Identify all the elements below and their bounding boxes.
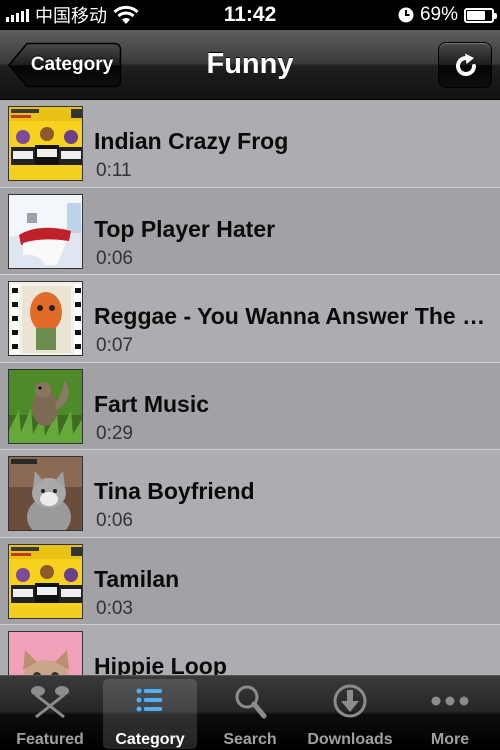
thumbnail-squirrel <box>8 368 83 444</box>
track-title: Tina Boyfriend <box>94 478 255 504</box>
tab-label: Downloads <box>307 731 393 748</box>
tab-label: Featured <box>16 731 84 748</box>
track-duration: 0:29 <box>96 422 133 444</box>
refresh-button[interactable] <box>438 42 492 88</box>
navigation-bar: Category Funny <box>0 30 500 100</box>
tab-label: More <box>430 731 470 748</box>
track-list[interactable]: Indian Crazy Frog 0:11 Top Player Hater … <box>0 100 500 675</box>
track-title: Indian Crazy Frog <box>94 128 289 154</box>
list-item[interactable]: Hippie Loop <box>0 625 500 675</box>
list-item[interactable]: Reggae - You Wanna Answer The Phone 0:07 <box>0 275 500 363</box>
track-title: Fart Music <box>94 390 210 417</box>
track-title: Top Player Hater <box>94 215 276 242</box>
tab-downloads[interactable]: Downloads <box>303 679 397 749</box>
featured-icon <box>31 686 69 719</box>
status-right: 69% <box>398 4 497 26</box>
battery-icon <box>464 7 497 23</box>
track-duration: 0:07 <box>96 335 133 356</box>
clock-icon <box>398 7 414 23</box>
track-duration: 0:03 <box>96 597 133 619</box>
search-icon <box>235 685 267 719</box>
thumbnail-album-art <box>8 106 83 181</box>
tab-more[interactable]: More <box>403 679 497 749</box>
thumbnail-album-art <box>8 543 83 619</box>
track-title: Tamilan <box>94 565 180 592</box>
thumbnail-album-cover <box>8 281 83 356</box>
tab-label: Search <box>223 731 277 748</box>
download-icon <box>333 684 367 718</box>
tab-category[interactable]: Category <box>103 679 197 749</box>
battery-level-fill <box>467 10 485 20</box>
list-item[interactable]: Top Player Hater 0:06 <box>0 187 500 275</box>
more-icon <box>431 696 469 706</box>
back-button-label: Category <box>30 54 114 75</box>
thumbnail-cat <box>8 456 83 531</box>
track-duration: 0:06 <box>96 247 133 269</box>
track-title: Hippie Loop <box>94 653 227 675</box>
tab-search[interactable]: Search <box>203 679 297 749</box>
track-duration: 0:06 <box>96 510 133 531</box>
tab-featured[interactable]: Featured <box>3 679 97 749</box>
list-item[interactable]: Tamilan 0:03 <box>0 537 500 625</box>
track-duration: 0:11 <box>96 160 132 181</box>
tab-label: Category <box>115 731 185 748</box>
thumbnail-room-chair <box>8 193 83 269</box>
tab-bar: Featured Category Search Downloads More <box>0 675 500 750</box>
page-title: Funny <box>206 48 294 80</box>
list-item[interactable]: Tina Boyfriend 0:06 <box>0 450 500 538</box>
list-icon <box>136 688 162 712</box>
back-button-category[interactable]: Category <box>8 42 122 88</box>
track-title: Reggae - You Wanna Answer The Phone <box>94 303 490 329</box>
status-bar: 中国移动 11:42 69% <box>0 0 500 30</box>
list-item[interactable]: Indian Crazy Frog 0:11 <box>0 100 500 188</box>
refresh-icon <box>456 53 476 76</box>
thumbnail-kitten <box>8 631 83 675</box>
battery-percent: 69% <box>419 4 458 25</box>
list-item[interactable]: Fart Music 0:29 <box>0 362 500 450</box>
